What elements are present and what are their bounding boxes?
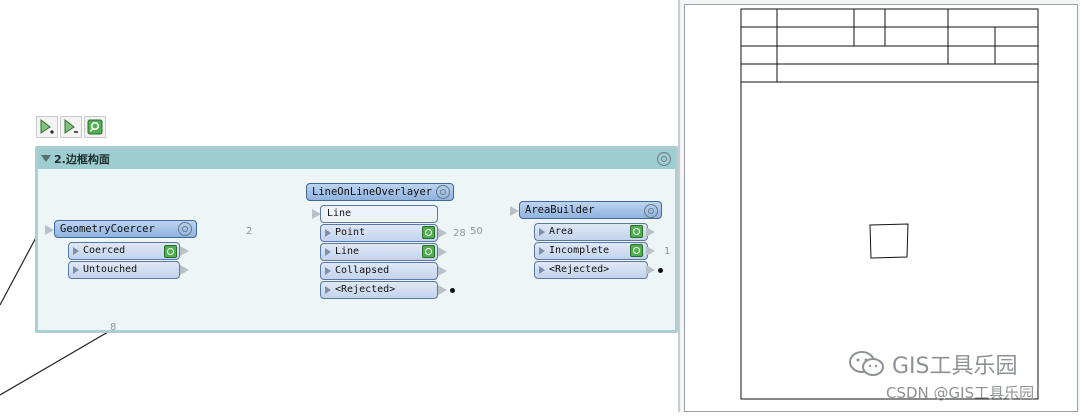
port-rejected-overlayer[interactable]: <Rejected>: [320, 281, 438, 299]
port-coerced-label: Coerced: [83, 245, 126, 256]
geometry-coercer-node[interactable]: GeometryCoercer: [54, 220, 197, 238]
line-on-line-overlayer-node[interactable]: LineOnLineOverlayer: [306, 183, 454, 201]
collapse-triangle-icon[interactable]: [41, 155, 51, 162]
count-line-to-area: 50: [470, 226, 483, 237]
port-area-label: Area: [549, 226, 574, 237]
port-collapsed-label: Collapsed: [335, 265, 390, 276]
count-input: 8: [110, 322, 117, 333]
coerced-inspect-icon[interactable]: [164, 245, 177, 258]
inspect-icon: [87, 119, 103, 135]
coerced-output-arrow-icon[interactable]: [180, 246, 189, 256]
bookmark-header[interactable]: 2.边框构面: [38, 149, 675, 169]
line-on-line-title: LineOnLineOverlayer: [312, 186, 433, 198]
watermark-main-text: GIS工具乐园: [892, 354, 1018, 379]
count-point: 28: [453, 228, 466, 239]
rejected-area-arrow-icon[interactable]: [646, 265, 655, 275]
port-collapsed[interactable]: Collapsed: [320, 262, 438, 280]
area-inspect-icon[interactable]: [630, 225, 643, 238]
workspace-canvas[interactable]: 2.边框构面 GeometryCoercer Coerced Untouched…: [0, 0, 680, 412]
port-rejected-area[interactable]: <Rejected>: [534, 261, 648, 279]
line-on-line-gear-icon[interactable]: [436, 185, 450, 199]
incomplete-output-arrow-icon[interactable]: [646, 246, 655, 256]
geometry-coercer-title: GeometryCoercer: [60, 223, 155, 235]
wire-input-top: [0, 229, 41, 306]
run-from-this-icon: [64, 119, 78, 134]
inspect-button[interactable]: [84, 116, 106, 138]
bookmark-toolbar: [36, 116, 106, 138]
untouched-output-arrow-icon[interactable]: [180, 265, 189, 275]
area-builder-input-arrow-icon[interactable]: [510, 206, 519, 216]
area-output-arrow-icon[interactable]: [646, 227, 655, 237]
incomplete-inspect-icon[interactable]: [630, 244, 643, 257]
port-line-input[interactable]: Line: [320, 205, 438, 223]
rejected-area-end-dot: [658, 268, 663, 273]
area-builder-gear-icon[interactable]: [644, 204, 658, 218]
count-coerced: 2: [246, 226, 253, 237]
area-builder-node[interactable]: AreaBuilder: [519, 201, 662, 219]
point-output-arrow-icon[interactable]: [438, 228, 447, 238]
port-untouched-label: Untouched: [83, 264, 138, 275]
area-builder-title: AreaBuilder: [525, 204, 595, 216]
run-to-this-icon: [40, 119, 54, 134]
collapsed-output-arrow-icon[interactable]: [438, 266, 447, 276]
geometry-coercer-gear-icon[interactable]: [178, 222, 192, 236]
rejected-overlayer-arrow-icon[interactable]: [438, 285, 447, 295]
watermark-main: GIS工具乐园: [848, 348, 1018, 380]
run-from-this-button[interactable]: [60, 116, 82, 138]
port-line-output-label: Line: [335, 246, 360, 257]
bookmark-title: 2.边框构面: [54, 153, 110, 166]
line-inspect-icon[interactable]: [422, 245, 435, 258]
run-to-this-button[interactable]: [36, 116, 58, 138]
geometry-coercer-input-arrow-icon[interactable]: [45, 225, 54, 235]
port-point[interactable]: Point: [320, 224, 438, 242]
port-line-output[interactable]: Line: [320, 243, 438, 261]
port-untouched[interactable]: Untouched: [68, 261, 180, 279]
rejected-overlayer-end-dot: [450, 288, 455, 293]
port-rejected-overlayer-label: <Rejected>: [335, 284, 396, 295]
watermark-sub: CSDN @GIS工具乐园: [886, 384, 1035, 402]
port-line-input-label: Line: [327, 208, 352, 219]
bookmark-gear-icon[interactable]: [657, 152, 671, 166]
port-rejected-area-label: <Rejected>: [549, 264, 610, 275]
point-inspect-icon[interactable]: [422, 226, 435, 239]
wechat-icon: [849, 351, 884, 376]
line-output-arrow-icon[interactable]: [438, 247, 447, 257]
port-incomplete-label: Incomplete: [549, 245, 610, 256]
port-point-label: Point: [335, 227, 366, 238]
count-area: 1: [664, 246, 671, 257]
